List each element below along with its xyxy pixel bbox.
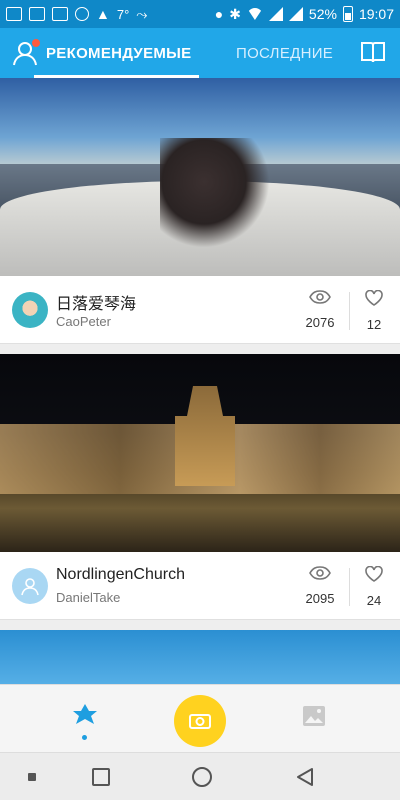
post-title: 日落爱琴海	[56, 296, 137, 313]
system-navigation-bar	[0, 752, 400, 800]
app-header: РЕКОМЕНДУЕМЫЕ ПОСЛЕДНИЕ	[0, 28, 400, 78]
post-author[interactable]: CaoPeter	[56, 314, 111, 329]
eye-icon	[309, 290, 331, 304]
message-icon	[6, 7, 22, 21]
views-count: 2076	[305, 315, 335, 330]
gmail-icon	[29, 7, 45, 21]
battery-icon	[342, 6, 353, 22]
temperature: 7°	[116, 6, 130, 22]
nav-featured[interactable]	[70, 701, 100, 740]
active-indicator	[82, 735, 87, 740]
heart-icon	[365, 565, 383, 582]
clock: 19:07	[358, 6, 394, 22]
status-bar: ▲ 7° ⤳ ● ✱ 52% 19:07	[0, 0, 400, 28]
back-icon	[297, 768, 313, 786]
weather-sun-icon	[75, 7, 89, 21]
tab-label: ПОСЛЕДНИЕ	[236, 44, 334, 62]
tab-latest[interactable]: ПОСЛЕДНИЕ	[236, 28, 333, 78]
photo-people	[160, 138, 270, 248]
notification-dot	[32, 39, 40, 47]
card-info[interactable]: NordlingenChurch DanielTake 2095 24	[0, 552, 400, 620]
home-button[interactable]	[192, 767, 212, 787]
menu-icon[interactable]	[28, 773, 36, 781]
views-counter: 2095	[302, 566, 338, 606]
panorama-photo[interactable]	[0, 78, 400, 276]
wifi-icon	[246, 8, 263, 20]
book-icon[interactable]	[360, 40, 386, 64]
likes-count: 12	[366, 317, 382, 332]
signal-icon	[288, 7, 303, 21]
photo-church	[175, 386, 235, 486]
card-gap	[0, 344, 400, 354]
like-button[interactable]: 24	[362, 565, 386, 608]
bottom-navigation	[0, 684, 400, 752]
heart-icon	[365, 289, 383, 306]
avatar[interactable]	[12, 292, 48, 328]
avatar[interactable]	[12, 568, 48, 604]
views-count: 2095	[305, 591, 335, 606]
gmail-icon	[52, 7, 68, 21]
bluetooth-icon: ✱	[229, 5, 241, 22]
divider	[349, 292, 350, 330]
camera-icon	[189, 714, 211, 729]
navigation-arrow-icon: ▲	[96, 6, 110, 22]
user-icon[interactable]	[12, 39, 40, 67]
signal-icon	[268, 7, 283, 21]
sync-icon: ⤳	[136, 5, 148, 22]
panorama-photo[interactable]	[0, 354, 400, 552]
card-gap	[0, 620, 400, 630]
gallery-icon	[303, 706, 325, 726]
nav-gallery[interactable]	[302, 705, 326, 727]
tab-recommended[interactable]: РЕКОМЕНДУЕМЫЕ	[34, 28, 200, 78]
tab-label: РЕКОМЕНДУЕМЫЕ	[46, 44, 192, 62]
recents-button[interactable]	[92, 768, 110, 786]
battery-percent: 52%	[308, 6, 337, 22]
like-button[interactable]: 12	[362, 289, 386, 332]
location-icon: ●	[214, 6, 224, 22]
feed-list[interactable]: 日落爱琴海 CaoPeter 2076 12 NordlingenChurch …	[0, 78, 400, 684]
card-info[interactable]: 日落爱琴海 CaoPeter 2076 12	[0, 276, 400, 344]
views-counter: 2076	[302, 290, 338, 330]
featured-star-icon	[73, 704, 97, 724]
panorama-photo[interactable]	[0, 630, 400, 684]
post-title: NordlingenChurch	[56, 566, 185, 583]
divider	[349, 568, 350, 606]
post-author[interactable]: DanielTake	[56, 590, 120, 605]
camera-button[interactable]	[174, 695, 226, 747]
eye-icon	[309, 566, 331, 580]
likes-count: 24	[366, 593, 382, 608]
back-button[interactable]	[296, 767, 314, 792]
default-avatar-icon	[21, 578, 39, 596]
